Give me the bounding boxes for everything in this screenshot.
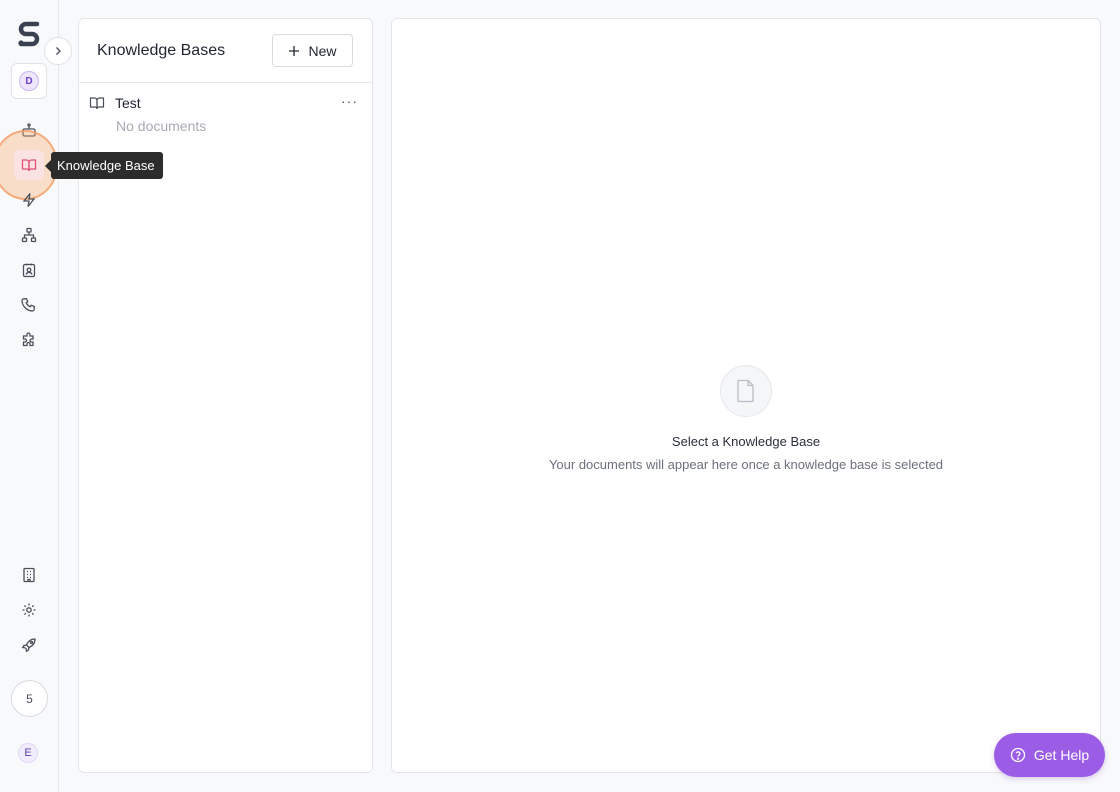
knowledge-bases-header: Knowledge Bases New (79, 19, 372, 83)
new-knowledge-base-button[interactable]: New (272, 34, 353, 67)
help-circle-icon (1010, 747, 1026, 763)
book-icon (21, 159, 37, 172)
book-icon (89, 97, 105, 110)
documents-panel: Select a Knowledge Base Your documents w… (391, 18, 1101, 773)
nav-workflows[interactable] (14, 220, 44, 250)
knowledge-base-name: Test (115, 95, 141, 111)
building-icon (23, 567, 35, 583)
knowledge-base-subtitle: No documents (116, 118, 207, 134)
panel-title: Knowledge Bases (97, 41, 226, 59)
nav-settings[interactable] (14, 595, 44, 625)
nav-calls[interactable] (14, 290, 44, 320)
user-avatar[interactable]: E (18, 743, 38, 763)
onboarding-progress[interactable]: 5 (11, 680, 48, 717)
rocket-icon (21, 638, 36, 653)
sidebar-expand-button[interactable] (44, 37, 72, 65)
more-options-icon[interactable]: ··· (341, 93, 358, 109)
left-rail: D Knowledge Base 5 E (0, 0, 163, 792)
nav-contacts[interactable] (14, 255, 44, 285)
phone-icon (21, 298, 35, 312)
list-item[interactable]: Test No documents ··· (79, 83, 372, 147)
workspace-avatar: D (19, 71, 39, 91)
document-icon (720, 365, 772, 417)
plus-icon (289, 45, 300, 56)
bolt-icon (22, 193, 36, 207)
puzzle-icon (22, 332, 34, 347)
nav-knowledge-base[interactable] (14, 150, 44, 180)
nav-launch[interactable] (14, 630, 44, 660)
network-icon (21, 227, 37, 243)
workspace-switcher[interactable]: D (11, 63, 47, 99)
nav-integrations[interactable] (14, 325, 44, 355)
app-logo[interactable] (14, 18, 44, 48)
empty-state: Select a Knowledge Base Your documents w… (392, 365, 1100, 472)
chevron-right-icon (56, 47, 61, 55)
empty-state-title: Select a Knowledge Base (671, 434, 821, 449)
nav-tooltip: Knowledge Base (45, 152, 163, 179)
gear-icon (22, 603, 36, 617)
nav-organization[interactable] (14, 560, 44, 590)
new-button-label: New (308, 42, 337, 59)
contact-icon (22, 263, 36, 278)
nav-automations[interactable] (14, 185, 44, 215)
get-help-button[interactable]: Get Help (994, 733, 1105, 777)
empty-state-subtitle: Your documents will appear here once a k… (548, 457, 944, 472)
get-help-label: Get Help (1033, 747, 1090, 763)
knowledge-bases-panel: Knowledge Bases New Test No documents ··… (78, 18, 373, 773)
